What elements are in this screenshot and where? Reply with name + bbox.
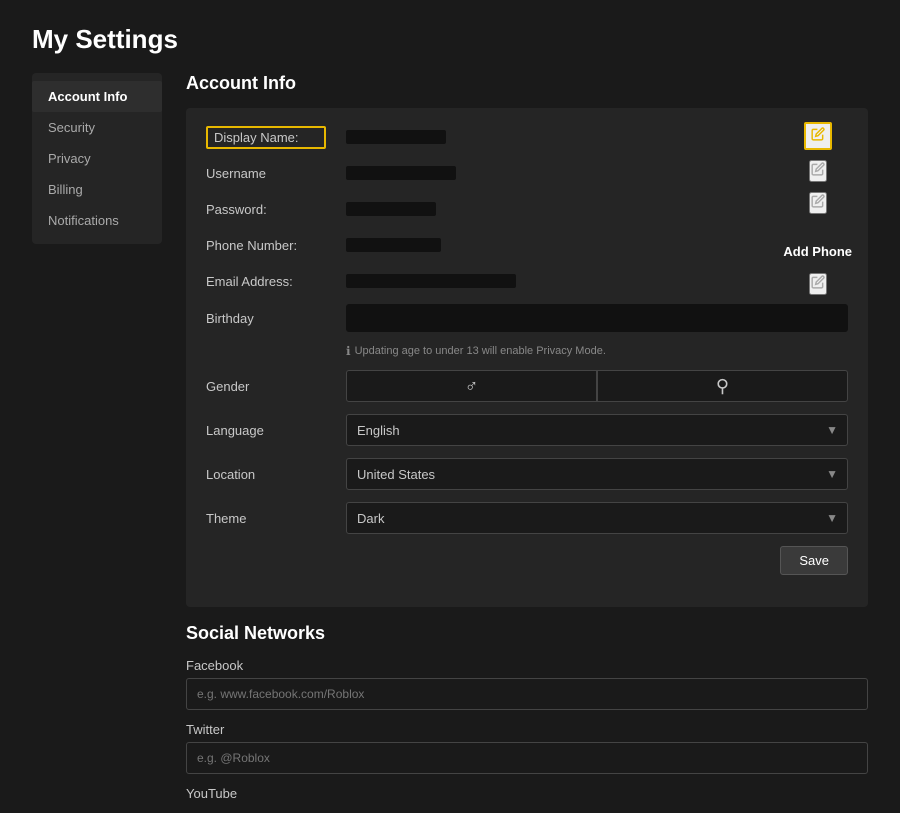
sidebar-item-security[interactable]: Security	[32, 112, 162, 143]
gender-male-button[interactable]: ♂	[346, 370, 597, 402]
sidebar-item-account-info[interactable]: Account Info	[32, 81, 162, 112]
username-label: Username	[206, 166, 346, 181]
username-value	[346, 166, 456, 180]
username-row: Username	[206, 160, 848, 186]
location-label: Location	[206, 467, 346, 482]
email-value	[346, 274, 516, 288]
gender-row: Gender ♂ ⚲	[206, 370, 848, 402]
info-icon: ℹ	[346, 344, 351, 358]
gender-female-button[interactable]: ⚲	[597, 370, 848, 402]
female-gender-icon: ⚲	[716, 376, 729, 397]
save-button[interactable]: Save	[780, 546, 848, 575]
sidebar: Account Info Security Privacy Billing No…	[32, 73, 162, 244]
display-name-label: Display Name:	[206, 126, 346, 149]
edit-display-name-button[interactable]	[804, 122, 832, 150]
social-networks-title: Social Networks	[186, 623, 868, 644]
language-label: Language	[206, 423, 346, 438]
gender-buttons: ♂ ⚲	[346, 370, 848, 402]
phone-row: Phone Number:	[206, 232, 848, 258]
account-info-title: Account Info	[186, 73, 868, 94]
edit-icons-column: Add Phone	[783, 122, 852, 295]
facebook-field: Facebook	[186, 658, 868, 710]
display-name-label-box: Display Name:	[206, 126, 326, 149]
email-row: Email Address:	[206, 268, 848, 294]
phone-label: Phone Number:	[206, 238, 346, 253]
page-title: My Settings	[32, 24, 868, 55]
add-phone-button[interactable]: Add Phone	[783, 244, 852, 259]
birthday-label: Birthday	[206, 311, 346, 326]
account-info-card: Add Phone Display Name:	[186, 108, 868, 607]
facebook-input[interactable]	[186, 678, 868, 710]
sidebar-item-privacy[interactable]: Privacy	[32, 143, 162, 174]
password-value	[346, 202, 436, 216]
language-row: Language English Spanish French German P…	[206, 414, 848, 446]
location-dropdown-wrapper: United States United Kingdom Canada Aust…	[346, 458, 848, 490]
edit-password-button[interactable]	[809, 192, 827, 214]
password-row: Password:	[206, 196, 848, 222]
phone-value	[346, 238, 441, 252]
main-layout: Account Info Security Privacy Billing No…	[32, 73, 868, 813]
youtube-label: YouTube	[186, 786, 868, 801]
location-row: Location United States United Kingdom Ca…	[206, 458, 848, 490]
theme-label: Theme	[206, 511, 346, 526]
theme-dropdown-wrapper: Dark Light ▼	[346, 502, 848, 534]
youtube-field: YouTube	[186, 786, 868, 801]
twitter-input[interactable]	[186, 742, 868, 774]
email-label: Email Address:	[206, 274, 346, 289]
page-wrapper: My Settings Account Info Security Privac…	[0, 0, 900, 813]
sidebar-item-notifications[interactable]: Notifications	[32, 205, 162, 236]
display-name-row: Display Name:	[206, 124, 848, 150]
theme-select[interactable]: Dark Light	[346, 502, 848, 534]
password-label: Password:	[206, 202, 346, 217]
twitter-label: Twitter	[186, 722, 868, 737]
save-row: Save	[206, 546, 848, 575]
language-select[interactable]: English Spanish French German Portuguese	[346, 414, 848, 446]
gender-label: Gender	[206, 379, 346, 394]
content-area: Account Info	[162, 73, 868, 813]
twitter-field: Twitter	[186, 722, 868, 774]
theme-row: Theme Dark Light ▼	[206, 502, 848, 534]
male-gender-icon: ♂	[465, 376, 479, 397]
birthday-hint: ℹ Updating age to under 13 will enable P…	[346, 344, 848, 358]
edit-email-button[interactable]	[809, 273, 827, 295]
sidebar-item-billing[interactable]: Billing	[32, 174, 162, 205]
birthday-row: Birthday	[206, 304, 848, 332]
birthday-control	[346, 304, 848, 332]
edit-username-button[interactable]	[809, 160, 827, 182]
birthday-bar[interactable]	[346, 304, 848, 332]
location-select[interactable]: United States United Kingdom Canada Aust…	[346, 458, 848, 490]
facebook-label: Facebook	[186, 658, 868, 673]
display-name-value	[346, 130, 446, 144]
language-dropdown-wrapper: English Spanish French German Portuguese…	[346, 414, 848, 446]
social-networks-section: Social Networks Facebook Twitter YouTube	[186, 623, 868, 801]
